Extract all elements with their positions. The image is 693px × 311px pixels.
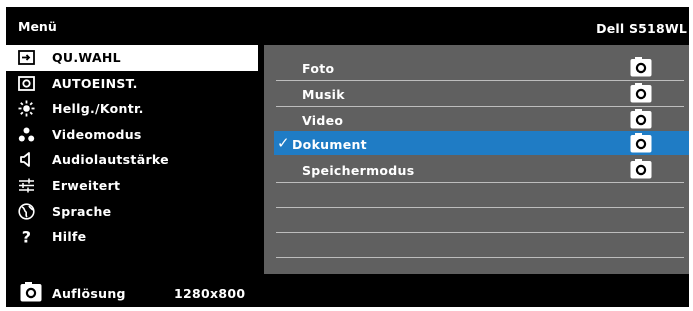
source-input-icon [18,50,35,65]
submenu-item-label: Dokument [292,137,367,152]
projector-osd-menu: Menü Dell S518WL QU.WAHL AUTOEINST. Hell… [6,7,689,307]
camera-icon [630,133,652,153]
main-menu: QU.WAHL AUTOEINST. Hellg./Kontr. Videomo… [6,45,258,250]
separator [276,182,684,183]
help-question-icon: ? [22,228,32,245]
menu-title: Menü [18,19,57,34]
camera-icon [630,83,652,103]
submenu-item-musik[interactable]: Musik [276,81,684,105]
camera-icon [630,57,652,77]
separator [276,257,684,258]
menu-item-autoeinst[interactable]: AUTOEINST. [6,71,258,97]
submenu-item-foto[interactable]: Foto [276,55,684,79]
camera-icon [20,282,42,302]
resolution-label: Auflösung [52,286,126,301]
submenu-item-label: Musik [302,87,345,102]
check-mark-icon: ✓ [277,134,290,152]
submenu-item-label: Video [302,113,344,128]
submenu-item-dokument[interactable]: ✓ Dokument [274,131,689,155]
submenu-item-video[interactable]: Video [276,107,684,131]
camera-icon [630,159,652,179]
video-mode-icon [18,127,35,142]
sliders-icon [19,178,34,193]
status-bar: Auflösung 1280x800 [6,279,689,307]
menu-item-label: Sprache [52,203,112,219]
separator [276,207,684,208]
menu-item-sprache[interactable]: Sprache [6,199,258,225]
resolution-value: 1280x800 [174,286,246,301]
projector-model: Dell S518WL [596,21,687,36]
menu-item-audiolautstaerke[interactable]: Audiolautstärke [6,147,258,173]
menu-item-hilfe[interactable]: ? Hilfe [6,224,258,250]
menu-item-label: Videomodus [52,126,142,142]
globe-icon [18,202,35,220]
menu-item-label: Hilfe [52,229,87,245]
submenu-item-label: Foto [302,61,335,76]
menu-item-hellg-kontr[interactable]: Hellg./Kontr. [6,96,258,122]
submenu-panel: Foto Musik Video ✓ Dokument Speichermodu… [264,45,689,274]
speaker-icon [20,152,30,168]
submenu-item-speichermodus[interactable]: Speichermodus [276,157,684,181]
menu-item-label: AUTOEINST. [52,75,138,91]
menu-item-qu-wahl[interactable]: QU.WAHL [6,45,258,71]
submenu-item-label: Speichermodus [302,163,415,178]
menu-item-label: Audiolautstärke [52,152,169,168]
menu-item-videomodus[interactable]: Videomodus [6,122,258,148]
auto-adjust-icon [18,75,35,91]
menu-item-erweitert[interactable]: Erweitert [6,173,258,199]
svg-text:?: ? [22,228,32,245]
camera-icon [630,109,652,129]
separator [276,232,684,233]
brightness-sun-icon [18,100,35,117]
menu-header: Menü Dell S518WL [6,7,689,42]
menu-item-label: QU.WAHL [52,50,121,65]
menu-item-label: Hellg./Kontr. [52,101,144,117]
menu-item-label: Erweitert [52,177,121,193]
